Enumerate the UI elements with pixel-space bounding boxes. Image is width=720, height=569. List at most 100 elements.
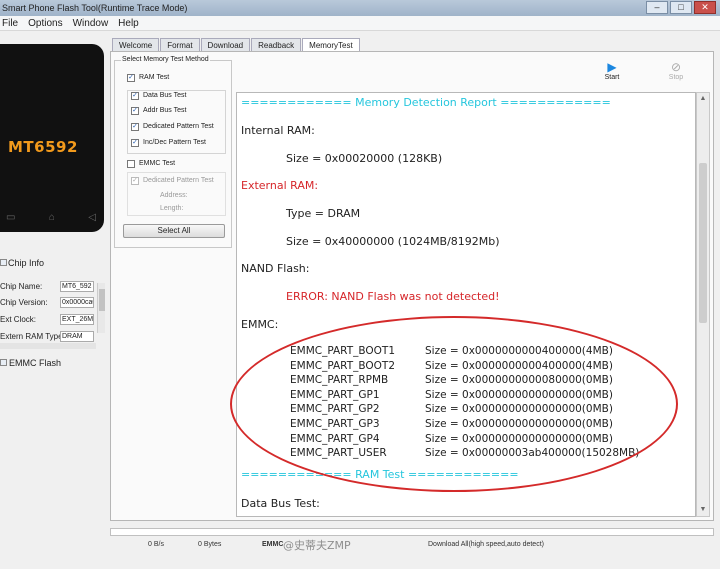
incdec-pattern-test-checkbox[interactable]: ✓ Inc/Dec Pattern Test — [131, 137, 206, 149]
recent-key-icon: ▭ — [6, 212, 16, 223]
partition-name: EMMC_PART_BOOT2 — [290, 359, 396, 372]
close-button[interactable]: ✕ — [694, 1, 716, 14]
chip-row-label: Extern RAM Type: — [0, 332, 65, 341]
menu-window[interactable]: Window — [73, 16, 109, 30]
partition-name: EMMC_PART_RPMB — [290, 374, 389, 387]
emmc-dedicated-pattern-checkbox: ✓ Dedicated Pattern Test — [131, 175, 214, 187]
nand-flash-heading: NAND Flash: — [241, 262, 310, 275]
transfer-bytes: 0 Bytes — [198, 541, 222, 548]
scroll-down-icon[interactable]: ▼ — [697, 504, 709, 516]
start-label: Start — [604, 74, 620, 81]
ram-test-checkbox[interactable]: ✓ RAM Test — [127, 72, 169, 84]
tab-format[interactable]: Format — [160, 38, 200, 52]
memory-report[interactable]: ============ Memory Detection Report ===… — [236, 92, 696, 517]
window-title: Smart Phone Flash Tool(Runtime Trace Mod… — [2, 3, 188, 13]
menu-help[interactable]: Help — [118, 16, 139, 30]
chip-info-hscrollbar[interactable] — [0, 343, 96, 349]
scroll-thumb[interactable] — [699, 163, 707, 323]
internal-ram-size: Size = 0x00020000 (128KB) — [286, 152, 443, 165]
maximize-button[interactable]: □ — [670, 1, 692, 14]
window-controls: – □ ✕ — [646, 1, 716, 14]
ram-test-header: ============ RAM Test ============ — [241, 468, 519, 481]
ram-test-label: RAM Test — [139, 74, 170, 81]
chip-row-value[interactable]: EXT_26M — [60, 314, 94, 325]
test-method-title: Select Memory Test Method — [121, 56, 210, 63]
dedicated-pattern-test-label: Dedicated Pattern Test — [143, 123, 214, 130]
checkbox-unchecked-icon — [127, 160, 135, 168]
chip-info-label: Chip Info — [8, 258, 45, 268]
chip-row: Ext Clock: EXT_26M — [0, 314, 96, 326]
partition-size: Size = 0x0000000000000000(0MB) — [425, 417, 613, 430]
scroll-up-icon[interactable]: ▲ — [697, 93, 709, 105]
chip-row-label: Chip Version: — [0, 298, 48, 307]
nand-error: ERROR: NAND Flash was not detected! — [286, 290, 500, 303]
chip-row: Chip Version: 0x0000ca00 — [0, 297, 96, 309]
home-key-icon: ⌂ — [48, 212, 55, 223]
watermark: @史蒂夫ZMP — [283, 539, 351, 552]
partition-name: EMMC_PART_BOOT1 — [290, 345, 396, 357]
emmc-test-checkbox[interactable]: EMMC Test — [127, 158, 175, 170]
partition-size: Size = 0x0000000000000000(0MB) — [425, 403, 613, 416]
partition-name: EMMC_PART_GP4 — [290, 432, 380, 445]
tab-welcome[interactable]: Welcome — [112, 38, 160, 52]
emmc-dedicated-pattern-label: Dedicated Pattern Test — [143, 177, 214, 184]
partition-name: EMMC_PART_GP2 — [290, 403, 380, 416]
data-bus-test-checkbox[interactable]: ✓ Data Bus Test — [131, 90, 186, 102]
checkbox-checked-icon: ✓ — [131, 139, 139, 147]
data-bus-test-heading: Data Bus Test: — [241, 497, 320, 510]
chip-info-scrollbar[interactable] — [97, 283, 105, 333]
emmc-flash-icon — [0, 359, 7, 366]
chip-row-label: Chip Name: — [0, 282, 43, 291]
scroll-thumb[interactable] — [99, 289, 105, 311]
partition-name: EMMC_PART_GP1 — [290, 388, 380, 401]
addr-bus-test-checkbox[interactable]: ✓ Addr Bus Test — [131, 105, 186, 117]
emmc-flash-label: EMMC Flash — [9, 358, 62, 368]
partition-size: Size = 0x0000000000000000(0MB) — [425, 388, 613, 401]
emmc-partition-row: EMMC_PART_BOOT1 Size = 0x0000000000400000… — [290, 344, 639, 359]
partition-name: EMMC_PART_GP3 — [290, 417, 380, 430]
phone-keys: ▭ ⌂ ◁ — [6, 212, 96, 223]
chip-row-value[interactable]: MT6_592 — [60, 281, 94, 292]
emmc-heading: EMMC: — [241, 318, 279, 331]
progress-bar — [110, 528, 714, 536]
report-header: ============ Memory Detection Report ===… — [241, 96, 611, 109]
start-button[interactable]: ▶ Start — [600, 60, 624, 81]
chip-row-value[interactable]: DRAM — [60, 331, 94, 342]
emmc-partition-row: EMMC_PART_BOOT2 Size = 0x0000000000400000… — [290, 359, 639, 374]
chip-row-label: Ext Clock: — [0, 315, 37, 324]
transfer-speed: 0 B/s — [148, 541, 164, 548]
tab-download[interactable]: Download — [200, 38, 251, 52]
minimize-button[interactable]: – — [646, 1, 668, 14]
emmc-partition-row: EMMC_PART_GP2 Size = 0x0000000000000000(0… — [290, 402, 639, 417]
tab-bar: Welcome Format Download Readback MemoryT… — [112, 38, 361, 53]
menu-options[interactable]: Options — [28, 16, 62, 30]
select-all-button[interactable]: Select All — [123, 224, 225, 238]
play-icon: ▶ — [607, 60, 617, 74]
chip-info-header[interactable]: Chip Info — [0, 256, 108, 270]
external-ram-type: Type = DRAM — [286, 207, 361, 220]
dedicated-pattern-test-checkbox[interactable]: ✓ Dedicated Pattern Test — [131, 121, 214, 133]
emmc-partition-row: EMMC_PART_GP3 Size = 0x0000000000000000(0… — [290, 417, 639, 432]
stop-button[interactable]: ⊘ Stop — [664, 60, 688, 81]
stop-icon: ⊘ — [670, 60, 682, 74]
partition-name: EMMC_PART_USER — [290, 447, 387, 460]
emmc-flash-header[interactable]: EMMC Flash — [0, 356, 100, 370]
status-bar: 0 B/s 0 Bytes EMMC Download All(high spe… — [110, 538, 714, 551]
stop-label: Stop — [668, 74, 684, 81]
checkbox-checked-icon: ✓ — [131, 92, 139, 100]
report-scrollbar[interactable]: ▲ ▼ — [696, 92, 710, 517]
menu-file[interactable]: File — [2, 16, 18, 30]
menu-bar: File Options Window Help — [0, 16, 720, 31]
tab-readback[interactable]: Readback — [251, 38, 302, 52]
checkbox-checked-icon: ✓ — [131, 123, 139, 131]
emmc-partition-row: EMMC_PART_GP1 Size = 0x0000000000000000(0… — [290, 388, 639, 403]
partition-size: Size = 0x0000000000400000(4MB) — [425, 359, 613, 372]
download-mode: Download All(high speed,auto detect) — [428, 541, 544, 548]
chip-row: Chip Name: MT6_592 — [0, 281, 96, 293]
partition-size: Size = 0x0000000000000000(0MB) — [425, 432, 613, 445]
checkbox-disabled-icon: ✓ — [131, 177, 139, 185]
chip-row-value[interactable]: 0x0000ca00 — [60, 297, 94, 308]
storage-type: EMMC — [262, 541, 284, 548]
emmc-partition-table: EMMC_PART_BOOT1 Size = 0x0000000000400000… — [290, 344, 639, 461]
partition-size: Size = 0x00000003ab400000(15028MB) — [425, 447, 640, 460]
